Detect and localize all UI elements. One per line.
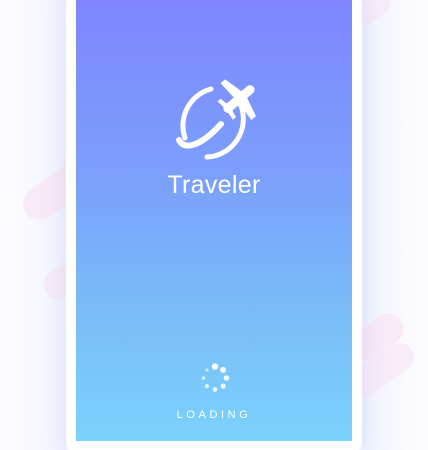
app-title: Traveler (167, 171, 261, 199)
background-fade-left (8, 0, 66, 450)
splash-stage: Traveler LOADING (0, 0, 428, 450)
airplane-orbit-icon (176, 79, 256, 160)
loading-spinner-icon (201, 363, 230, 392)
splash-screen: Traveler LOADING (76, 0, 352, 441)
loading-label: LOADING (176, 409, 252, 421)
